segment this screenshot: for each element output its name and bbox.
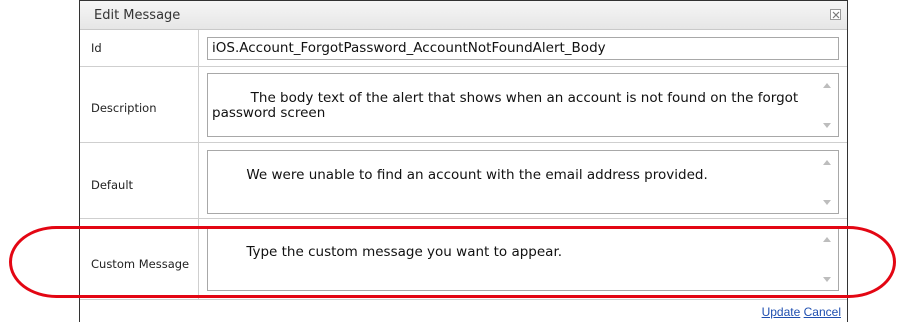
column-divider xyxy=(198,219,199,299)
description-textarea[interactable]: The body text of the alert that shows wh… xyxy=(207,73,839,137)
dialog-titlebar: Edit Message xyxy=(80,0,847,30)
dialog-footer: Update Cancel xyxy=(80,300,847,322)
scroll-down-arrow-icon[interactable] xyxy=(823,277,831,282)
row-description: Description The body text of the alert t… xyxy=(80,67,847,143)
default-scrollbar[interactable] xyxy=(818,151,838,213)
custom-message-label: Custom Message xyxy=(91,257,190,271)
scroll-up-arrow-icon[interactable] xyxy=(823,237,831,242)
id-label: Id xyxy=(91,41,102,55)
scroll-down-arrow-icon[interactable] xyxy=(823,123,831,128)
id-field[interactable]: iOS.Account_ForgotPassword_AccountNotFou… xyxy=(207,37,839,60)
custom-message-text: Type the custom message you want to appe… xyxy=(246,244,563,260)
close-x-icon xyxy=(832,11,840,19)
footer-actions: Update Cancel xyxy=(762,305,841,319)
description-label: Description xyxy=(91,101,157,115)
default-label: Default xyxy=(91,178,134,192)
scroll-up-arrow-icon[interactable] xyxy=(823,160,831,165)
scroll-down-arrow-icon[interactable] xyxy=(823,200,831,205)
column-divider xyxy=(198,30,199,66)
row-id: Id iOS.Account_ForgotPassword_AccountNot… xyxy=(80,30,847,67)
custom-message-scrollbar[interactable] xyxy=(818,228,838,290)
row-custom-message: Custom Message Type the custom message y… xyxy=(80,219,847,300)
column-divider xyxy=(198,67,199,142)
custom-message-textarea[interactable]: Type the custom message you want to appe… xyxy=(207,227,839,291)
description-scrollbar[interactable] xyxy=(818,74,838,136)
update-link[interactable]: Update xyxy=(762,305,801,319)
close-button[interactable] xyxy=(830,9,841,20)
description-text: The body text of the alert that shows wh… xyxy=(212,90,803,121)
dialog-title: Edit Message xyxy=(94,8,181,23)
row-default: Default We were unable to find an accoun… xyxy=(80,143,847,219)
cancel-link[interactable]: Cancel xyxy=(804,305,841,319)
screen: Edit Message Id iOS.Account_ForgotPasswo… xyxy=(0,0,898,322)
scroll-up-arrow-icon[interactable] xyxy=(823,83,831,88)
edit-message-dialog: Edit Message Id iOS.Account_ForgotPasswo… xyxy=(79,0,848,322)
default-textarea[interactable]: We were unable to find an account with t… xyxy=(207,150,839,214)
default-text: We were unable to find an account with t… xyxy=(246,167,708,183)
column-divider xyxy=(198,143,199,218)
